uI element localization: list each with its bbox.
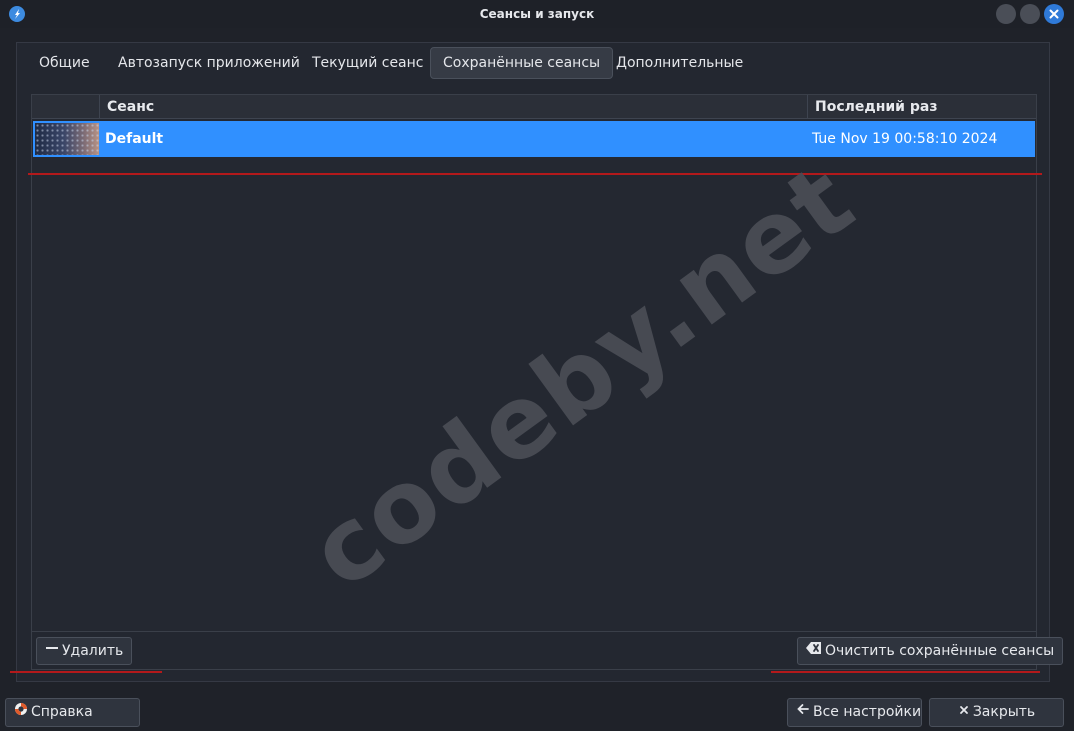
tab-current-session[interactable]: Текущий сеанс [300,47,435,79]
title-bar: Сеансы и запуск [0,0,1074,28]
annotation-underline [10,671,162,673]
delete-button-label: Удалить [62,643,124,659]
table-actions: Удалить Очистить сохранённые сеансы [31,632,1064,670]
session-name: Default [105,131,164,147]
close-icon[interactable] [1044,4,1064,24]
close-button-label: Закрыть [972,704,1036,720]
minimize-icon[interactable] [996,4,1016,24]
maximize-icon[interactable] [1020,4,1040,24]
column-header-thumbnail[interactable] [32,95,99,119]
clear-button-label: Очистить сохранённые сеансы [825,643,1055,659]
session-thumbnail [35,123,99,155]
tab-autostart[interactable]: Автозапуск приложений [106,47,312,79]
column-header-last-used[interactable]: Последний раз использовался [807,95,1036,139]
all-settings-button[interactable]: Все настройки [787,698,922,727]
delete-button[interactable]: Удалить [36,637,133,665]
close-button[interactable]: Закрыть [929,698,1064,727]
window-title: Сеансы и запуск [479,7,595,21]
annotation-underline [771,671,1040,673]
tab-advanced[interactable]: Дополнительные [604,47,755,79]
session-last-used: Tue Nov 19 00:58:10 2024 [812,131,998,147]
table-row[interactable]: Default Tue Nov 19 00:58:10 2024 [33,121,1035,157]
table-header: Сеанс Последний раз использовался [32,95,1036,139]
tab-saved-sessions[interactable]: Сохранённые сеансы [430,47,614,79]
annotation-underline [28,173,1042,175]
lifebuoy-icon [14,699,28,725]
tab-general[interactable]: Общие [27,47,102,79]
arrow-left-icon [796,699,810,725]
tab-bar: Общие Автозапуск приложений Текущий сеан… [16,43,1050,81]
close-icon [958,699,970,725]
clear-saved-sessions-button[interactable]: Очистить сохранённые сеансы [797,637,1064,665]
help-button-label: Справка [31,704,93,720]
column-header-session[interactable]: Сеанс [99,95,807,119]
clear-icon [806,638,822,664]
all-settings-label: Все настройки [813,704,922,720]
minus-icon [45,638,59,664]
help-button[interactable]: Справка [5,698,140,727]
